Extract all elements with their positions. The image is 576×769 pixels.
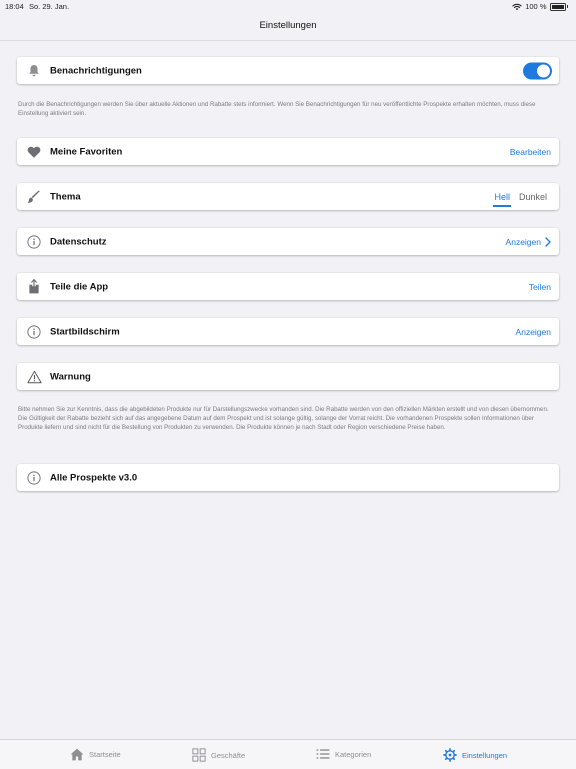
about-row: Alle Prospekte v3.0 xyxy=(17,464,559,491)
privacy-action-text: Anzeigen xyxy=(505,236,541,247)
warning-note: Bitte nehmen Sie zur Kenntnis, dass die … xyxy=(18,406,549,431)
theme-option-dark[interactable]: Dunkel xyxy=(519,192,547,202)
tab-label: Geschäfte xyxy=(211,750,246,760)
warning-row: Warnung xyxy=(17,363,559,390)
share-icon xyxy=(26,279,42,295)
notifications-toggle[interactable] xyxy=(523,62,552,79)
warning-label: Warnung xyxy=(50,371,91,382)
notifications-label: Benachrichtigungen xyxy=(50,65,142,76)
favorites-edit-button[interactable]: Bearbeiten xyxy=(510,147,551,157)
bell-icon xyxy=(26,63,42,79)
toggle-knob xyxy=(537,64,550,77)
homescreen-row[interactable]: Startbildschirm Anzeigen xyxy=(17,318,559,345)
gear-icon xyxy=(443,748,457,762)
privacy-show-button[interactable]: Anzeigen xyxy=(506,237,551,247)
status-time: 18:04 xyxy=(5,2,24,11)
status-right: 100 % xyxy=(512,2,568,11)
tab-bar: Startseite Geschäfte Kategorien Einstell… xyxy=(0,739,576,769)
status-bar: 18:04 So. 29. Jan. 100 % xyxy=(0,0,576,14)
notifications-note: Durch die Benachrichtigungen werden Sie … xyxy=(18,101,536,117)
brush-icon xyxy=(26,189,42,205)
info-icon xyxy=(26,234,42,250)
share-button[interactable]: Teilen xyxy=(529,282,551,292)
tab-label: Kategorien xyxy=(335,749,372,759)
homescreen-label: Startbildschirm xyxy=(50,326,120,337)
list-icon xyxy=(316,749,330,759)
heart-icon xyxy=(26,144,42,160)
share-label: Teile die App xyxy=(50,281,109,292)
status-date: So. 29. Jan. xyxy=(29,2,70,11)
tab-kategorien[interactable]: Kategorien xyxy=(316,748,371,760)
tab-label: Startseite xyxy=(89,750,121,759)
info-icon xyxy=(26,324,42,340)
tab-einstellungen[interactable]: Einstellungen xyxy=(443,748,507,762)
grid-icon xyxy=(192,748,206,762)
house-icon xyxy=(70,748,84,761)
theme-segmented-control: Hell Dunkel xyxy=(493,192,547,207)
tab-label: Einstellungen xyxy=(462,750,508,760)
share-row[interactable]: Teile die App Teilen xyxy=(17,273,559,300)
homescreen-show-button[interactable]: Anzeigen xyxy=(516,327,551,337)
favorites-row[interactable]: Meine Favoriten Bearbeiten xyxy=(17,138,559,165)
about-label: Alle Prospekte v3.0 xyxy=(50,472,138,483)
nav-bar: Einstellungen xyxy=(0,14,576,41)
privacy-row[interactable]: Datenschutz Anzeigen xyxy=(17,228,559,255)
battery-text: 100 % xyxy=(525,2,547,11)
wifi-icon xyxy=(512,3,522,10)
chevron-right-icon xyxy=(545,236,551,247)
battery-cap xyxy=(566,5,568,8)
favorites-label: Meine Favoriten xyxy=(50,146,123,157)
notifications-row: Benachrichtigungen xyxy=(17,57,559,84)
battery-icon xyxy=(549,2,566,11)
theme-label: Thema xyxy=(50,191,81,202)
theme-option-light[interactable]: Hell xyxy=(493,192,511,207)
theme-row: Thema Hell Dunkel xyxy=(17,183,559,210)
tab-geschaefte[interactable]: Geschäfte xyxy=(192,748,245,762)
warning-icon xyxy=(26,369,42,385)
info-icon xyxy=(26,470,42,486)
tab-startseite[interactable]: Startseite xyxy=(70,748,121,761)
page-title: Einstellungen xyxy=(259,20,317,31)
privacy-label: Datenschutz xyxy=(50,236,107,247)
